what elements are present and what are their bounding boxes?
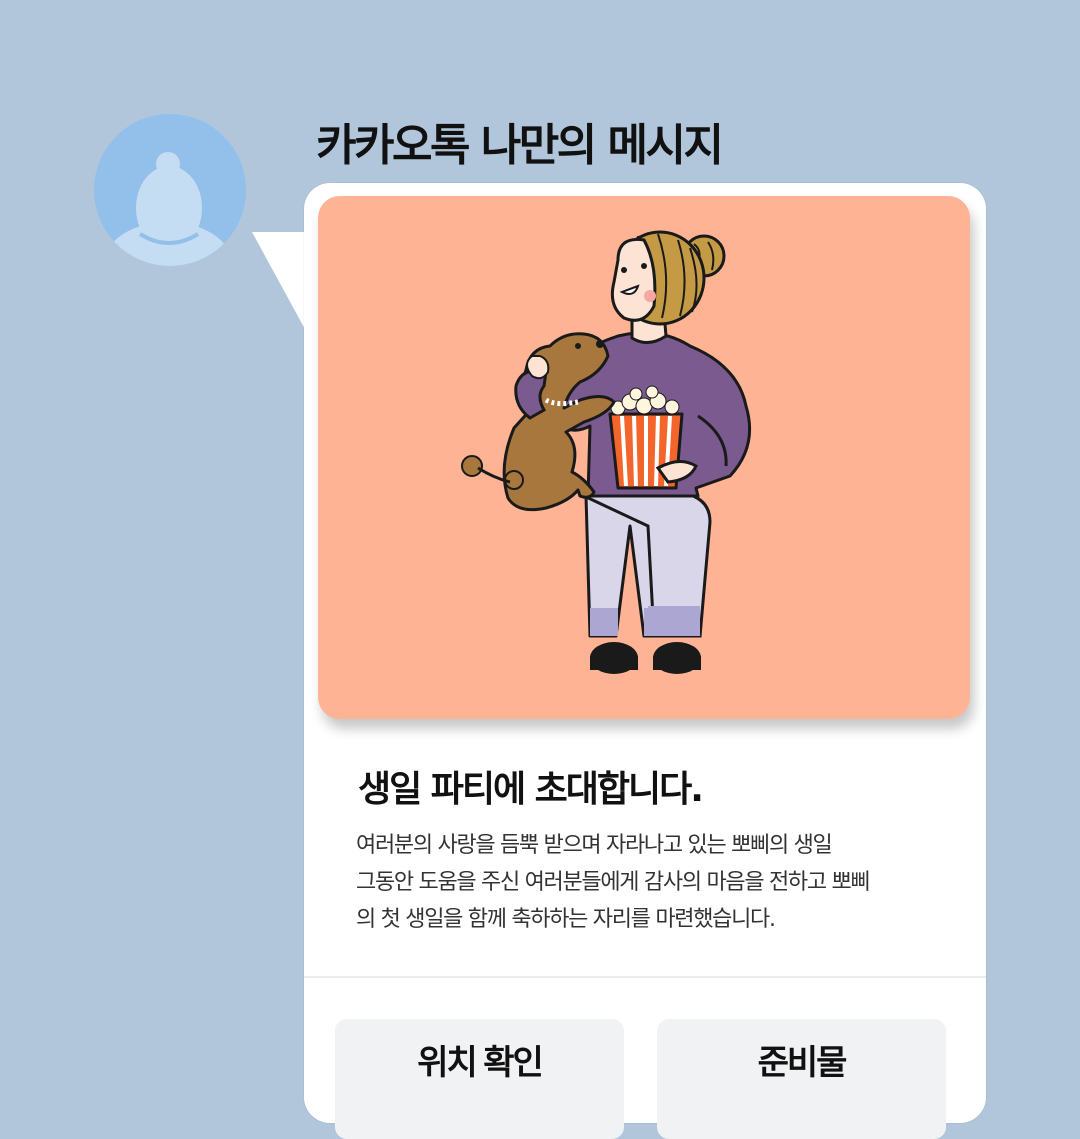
invitation-title: 생일 파티에 초대합니다. <box>358 769 704 810</box>
woman-with-dog-and-popcorn-illustration <box>461 230 752 674</box>
description-line: 그동안 도움을 주신 여러분들에게 감사의 마음을 전하고 뽀삐 <box>356 870 871 895</box>
description-line: 의 첫 생일을 함께 축하하는 자리를 마련했습니다. <box>356 907 776 932</box>
description-line: 여러분의 사랑을 듬뿍 받으며 자라나고 있는 뽀삐의 생일 <box>356 833 833 858</box>
supplies-button[interactable]: 준비물 <box>657 1019 946 1139</box>
location-button[interactable]: 위치 확인 <box>335 1019 624 1139</box>
bubble-tail <box>252 232 312 342</box>
divider <box>304 976 986 978</box>
sender-name: 카카오톡 나만의 메시지 <box>316 120 724 171</box>
sender-avatar[interactable] <box>94 114 246 266</box>
default-profile-icon <box>104 152 232 266</box>
invitation-image[interactable] <box>318 196 970 719</box>
message-bubble: 생일 파티에 초대합니다. 여러분의 사랑을 듬뿍 받으며 자라나고 있는 뽀삐… <box>304 183 986 1139</box>
invitation-description: 여러분의 사랑을 듬뿍 받으며 자라나고 있는 뽀삐의 생일 그동안 도움을 주… <box>356 827 956 938</box>
